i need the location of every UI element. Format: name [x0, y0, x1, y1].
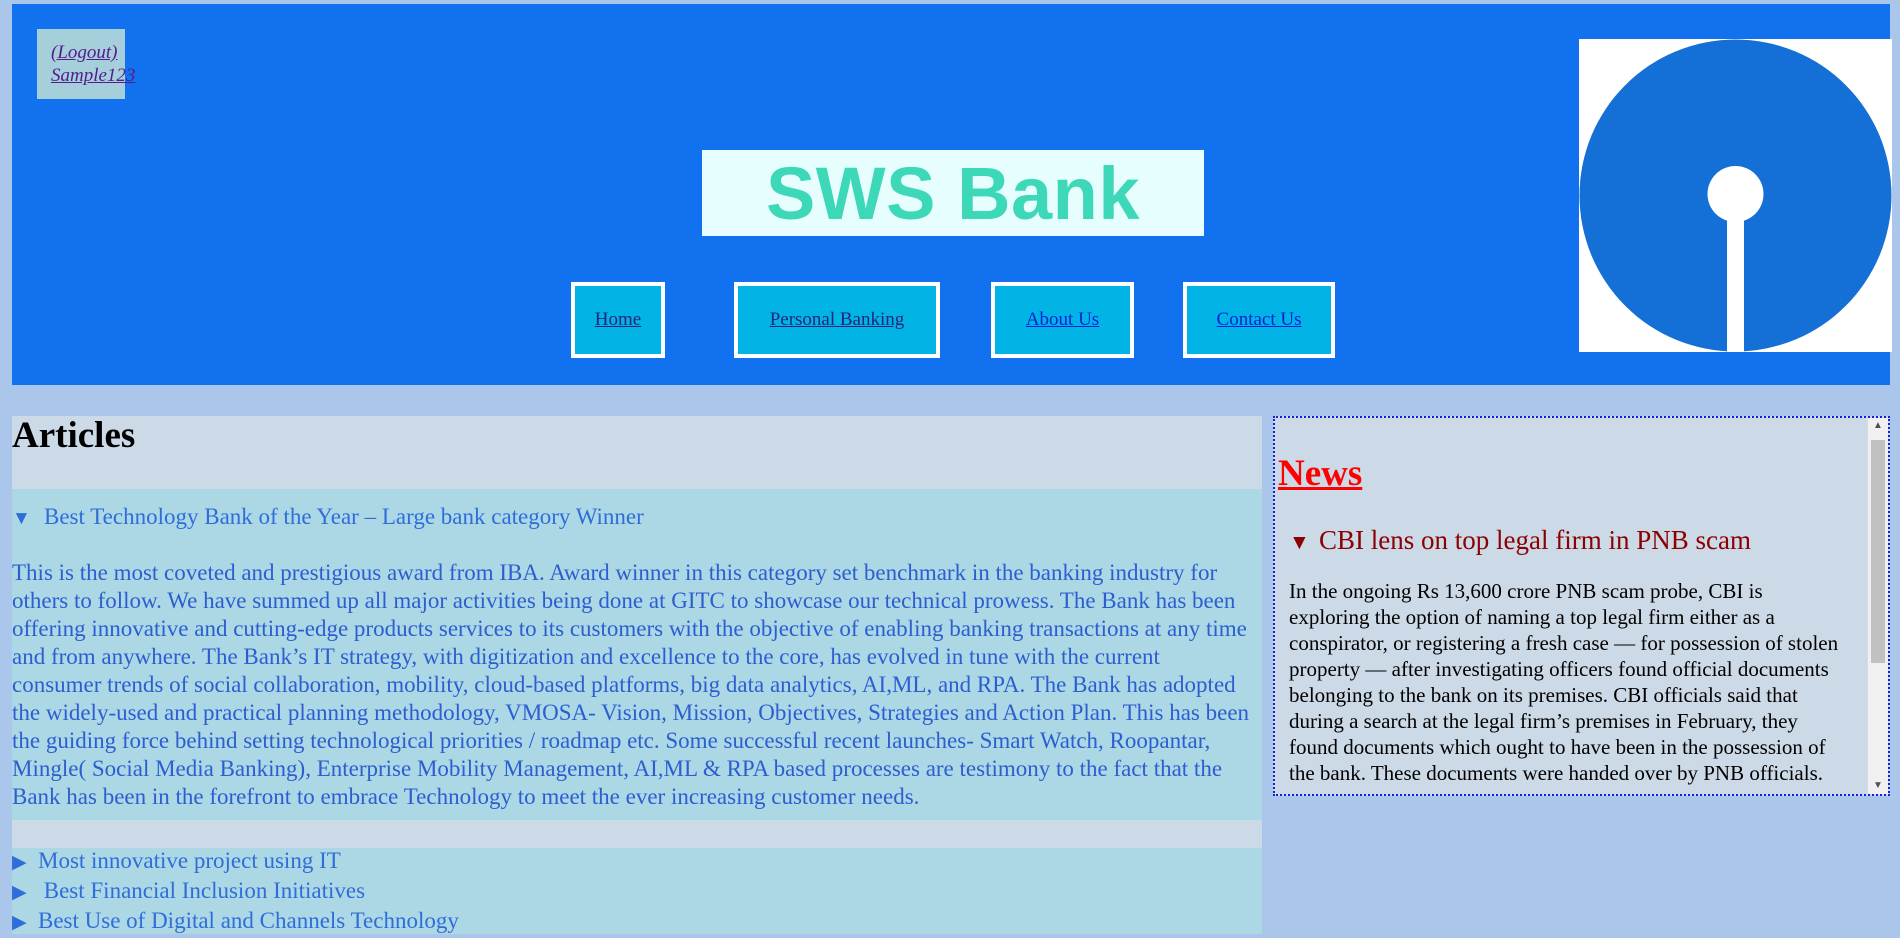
article-title: Best Use of Digital and Channels Technol… — [38, 908, 459, 933]
logout-link[interactable]: (Logout) — [51, 41, 125, 64]
triangle-down-icon: ▼ — [12, 508, 31, 529]
article-title: Best Financial Inclusion Initiatives — [38, 878, 366, 903]
scroll-up-arrow-icon[interactable]: ▲ — [1868, 418, 1888, 434]
triangle-right-icon: ▶ — [12, 912, 27, 933]
news-scrollbar[interactable]: ▲ ▼ — [1867, 418, 1888, 794]
triangle-right-icon: ▶ — [12, 882, 27, 903]
triangle-down-icon: ▼ — [1289, 530, 1310, 554]
article-title: Best Technology Bank of the Year – Large… — [44, 504, 644, 529]
article-collapsed-list: ▶ Most innovative project using IT ▶ Best… — [12, 848, 1262, 934]
article-summary-financial-inclusion[interactable]: ▶ Best Financial Inclusion Initiatives — [12, 877, 1262, 907]
nav-home-button[interactable]: Home — [571, 282, 665, 358]
article-summary-innovative-project[interactable]: ▶ Most innovative project using IT — [12, 847, 1262, 877]
site-title-box: SWS Bank — [702, 150, 1204, 236]
site-title: SWS Bank — [765, 151, 1141, 235]
article-summary-digital-channels[interactable]: ▶ Best Use of Digital and Channels Techno… — [12, 907, 1262, 937]
nav-contact-us-button[interactable]: Contact Us — [1183, 282, 1335, 358]
news-heading: News — [1278, 453, 1363, 494]
user-box: (Logout) Sample123 — [37, 29, 135, 99]
news-panel[interactable]: News ▼ CBI lens on top legal firm in PNB … — [1273, 416, 1890, 796]
sbi-logo-icon — [1579, 39, 1892, 352]
nav-personal-banking-link[interactable]: Personal Banking — [770, 309, 905, 331]
articles-heading: Articles — [12, 415, 136, 456]
site-header: (Logout) Sample123 SWS Bank Home Persona… — [12, 4, 1892, 385]
nav-about-us-link[interactable]: About Us — [1026, 309, 1099, 331]
nav-home-link[interactable]: Home — [595, 309, 641, 331]
article-expanded: ▼ Best Technology Bank of the Year – Larg… — [12, 489, 1262, 820]
news-title: CBI lens on top legal firm in PNB scam — [1319, 525, 1751, 555]
news-body: In the ongoing Rs 13,600 crore PNB scam … — [1289, 579, 1839, 785]
article-body: This is the most coveted and prestigious… — [12, 560, 1250, 809]
scroll-thumb[interactable] — [1871, 440, 1885, 663]
articles-section: Articles ▼ Best Technology Bank of the Ye… — [12, 415, 1262, 934]
scroll-down-arrow-icon[interactable]: ▼ — [1868, 778, 1888, 794]
nav-contact-us-link[interactable]: Contact Us — [1217, 309, 1302, 331]
news-summary-cbi-lens[interactable]: ▼ CBI lens on top legal firm in PNB scam — [1289, 525, 1751, 556]
article-title: Most innovative project using IT — [38, 848, 341, 873]
nav-personal-banking-button[interactable]: Personal Banking — [734, 282, 940, 358]
nav-about-us-button[interactable]: About Us — [991, 282, 1134, 358]
article-summary-best-technology-bank[interactable]: ▼ Best Technology Bank of the Year – Larg… — [12, 503, 644, 533]
triangle-right-icon: ▶ — [12, 852, 27, 873]
username-link[interactable]: Sample123 — [51, 64, 135, 87]
